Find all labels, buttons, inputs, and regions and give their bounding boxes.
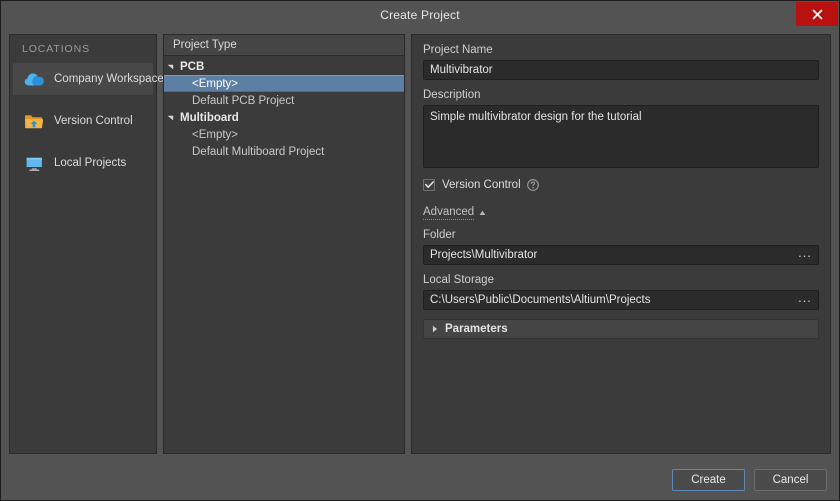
tree-item-label: PCB — [176, 61, 204, 73]
local-storage-browse-button[interactable]: ... — [793, 292, 817, 308]
project-name-value: Multivibrator — [430, 64, 493, 76]
cancel-button[interactable]: Cancel — [754, 469, 827, 491]
locations-panel: LOCATIONS Company Workspace — [9, 34, 157, 454]
description-label: Description — [423, 89, 819, 101]
project-name-label: Project Name — [423, 44, 819, 56]
tree-item-default-multiboard-project[interactable]: Default Multiboard Project — [164, 143, 404, 160]
folder-upload-icon — [23, 111, 45, 131]
tree-item-label: <Empty> — [176, 129, 238, 141]
description-input[interactable]: Simple multivibrator design for the tuto… — [423, 105, 819, 168]
chevron-down-icon[interactable] — [164, 114, 176, 121]
version-control-checkbox[interactable] — [423, 179, 435, 191]
parameters-label: Parameters — [445, 323, 508, 335]
sidebar-item-company-workspace[interactable]: Company Workspace — [13, 63, 153, 95]
advanced-label: Advanced — [423, 206, 474, 220]
sidebar-item-local-projects[interactable]: Local Projects — [13, 147, 153, 179]
local-storage-value: C:\Users\Public\Documents\Altium\Project… — [430, 294, 650, 306]
help-circle-icon[interactable] — [527, 179, 539, 191]
sidebar-item-label: Version Control — [54, 115, 133, 127]
local-storage-label: Local Storage — [423, 274, 819, 286]
folder-value: Projects\Multivibrator — [430, 249, 537, 261]
chevron-right-icon — [432, 325, 438, 333]
local-storage-input[interactable]: C:\Users\Public\Documents\Altium\Project… — [423, 290, 819, 310]
tree-item-pcb-empty[interactable]: <Empty> — [164, 75, 404, 92]
create-button[interactable]: Create — [672, 469, 745, 491]
locations-header: LOCATIONS — [10, 41, 156, 63]
project-type-panel: Project Type PCB <Empty> Default PCB Pro… — [163, 34, 405, 454]
tree-item-label: Default Multiboard Project — [176, 146, 324, 158]
project-type-header: Project Type — [164, 35, 404, 56]
folder-input[interactable]: Projects\Multivibrator ... — [423, 245, 819, 265]
sidebar-item-label: Local Projects — [54, 157, 126, 169]
version-control-label: Version Control — [442, 179, 521, 191]
local-storage-browse-label: ... — [798, 290, 812, 305]
chevron-up-icon — [479, 210, 486, 216]
project-type-tree: PCB <Empty> Default PCB Project Multiboa… — [164, 56, 404, 453]
version-control-row: Version Control — [423, 179, 819, 191]
tree-item-label: Default PCB Project — [176, 95, 294, 107]
window-title: Create Project — [380, 8, 460, 22]
cloud-icon — [23, 69, 45, 89]
tree-item-default-pcb-project[interactable]: Default PCB Project — [164, 92, 404, 109]
parameters-section[interactable]: Parameters — [423, 319, 819, 339]
folder-browse-label: ... — [798, 245, 812, 260]
description-value: Simple multivibrator design for the tuto… — [430, 111, 642, 123]
dialog-footer: Create Cancel — [1, 460, 839, 500]
project-name-input[interactable]: Multivibrator — [423, 60, 819, 80]
tree-item-multiboard-empty[interactable]: <Empty> — [164, 126, 404, 143]
dialog-body: LOCATIONS Company Workspace — [1, 28, 839, 460]
tree-item-label: Multiboard — [176, 112, 239, 124]
sidebar-item-label: Company Workspace — [54, 73, 164, 85]
folder-browse-button[interactable]: ... — [793, 247, 817, 263]
folder-label: Folder — [423, 229, 819, 241]
advanced-toggle[interactable]: Advanced — [423, 206, 486, 220]
tree-item-multiboard[interactable]: Multiboard — [164, 109, 404, 126]
project-details-form: Project Name Multivibrator Description S… — [411, 34, 831, 454]
tree-item-label: <Empty> — [176, 78, 238, 90]
chevron-down-icon[interactable] — [164, 63, 176, 70]
tree-item-pcb[interactable]: PCB — [164, 58, 404, 75]
close-icon[interactable] — [796, 2, 838, 26]
monitor-icon — [23, 153, 45, 173]
create-project-dialog: Create Project LOCATIONS Company Workspa… — [0, 0, 840, 501]
sidebar-item-version-control[interactable]: Version Control — [13, 105, 153, 137]
title-bar: Create Project — [1, 1, 839, 28]
